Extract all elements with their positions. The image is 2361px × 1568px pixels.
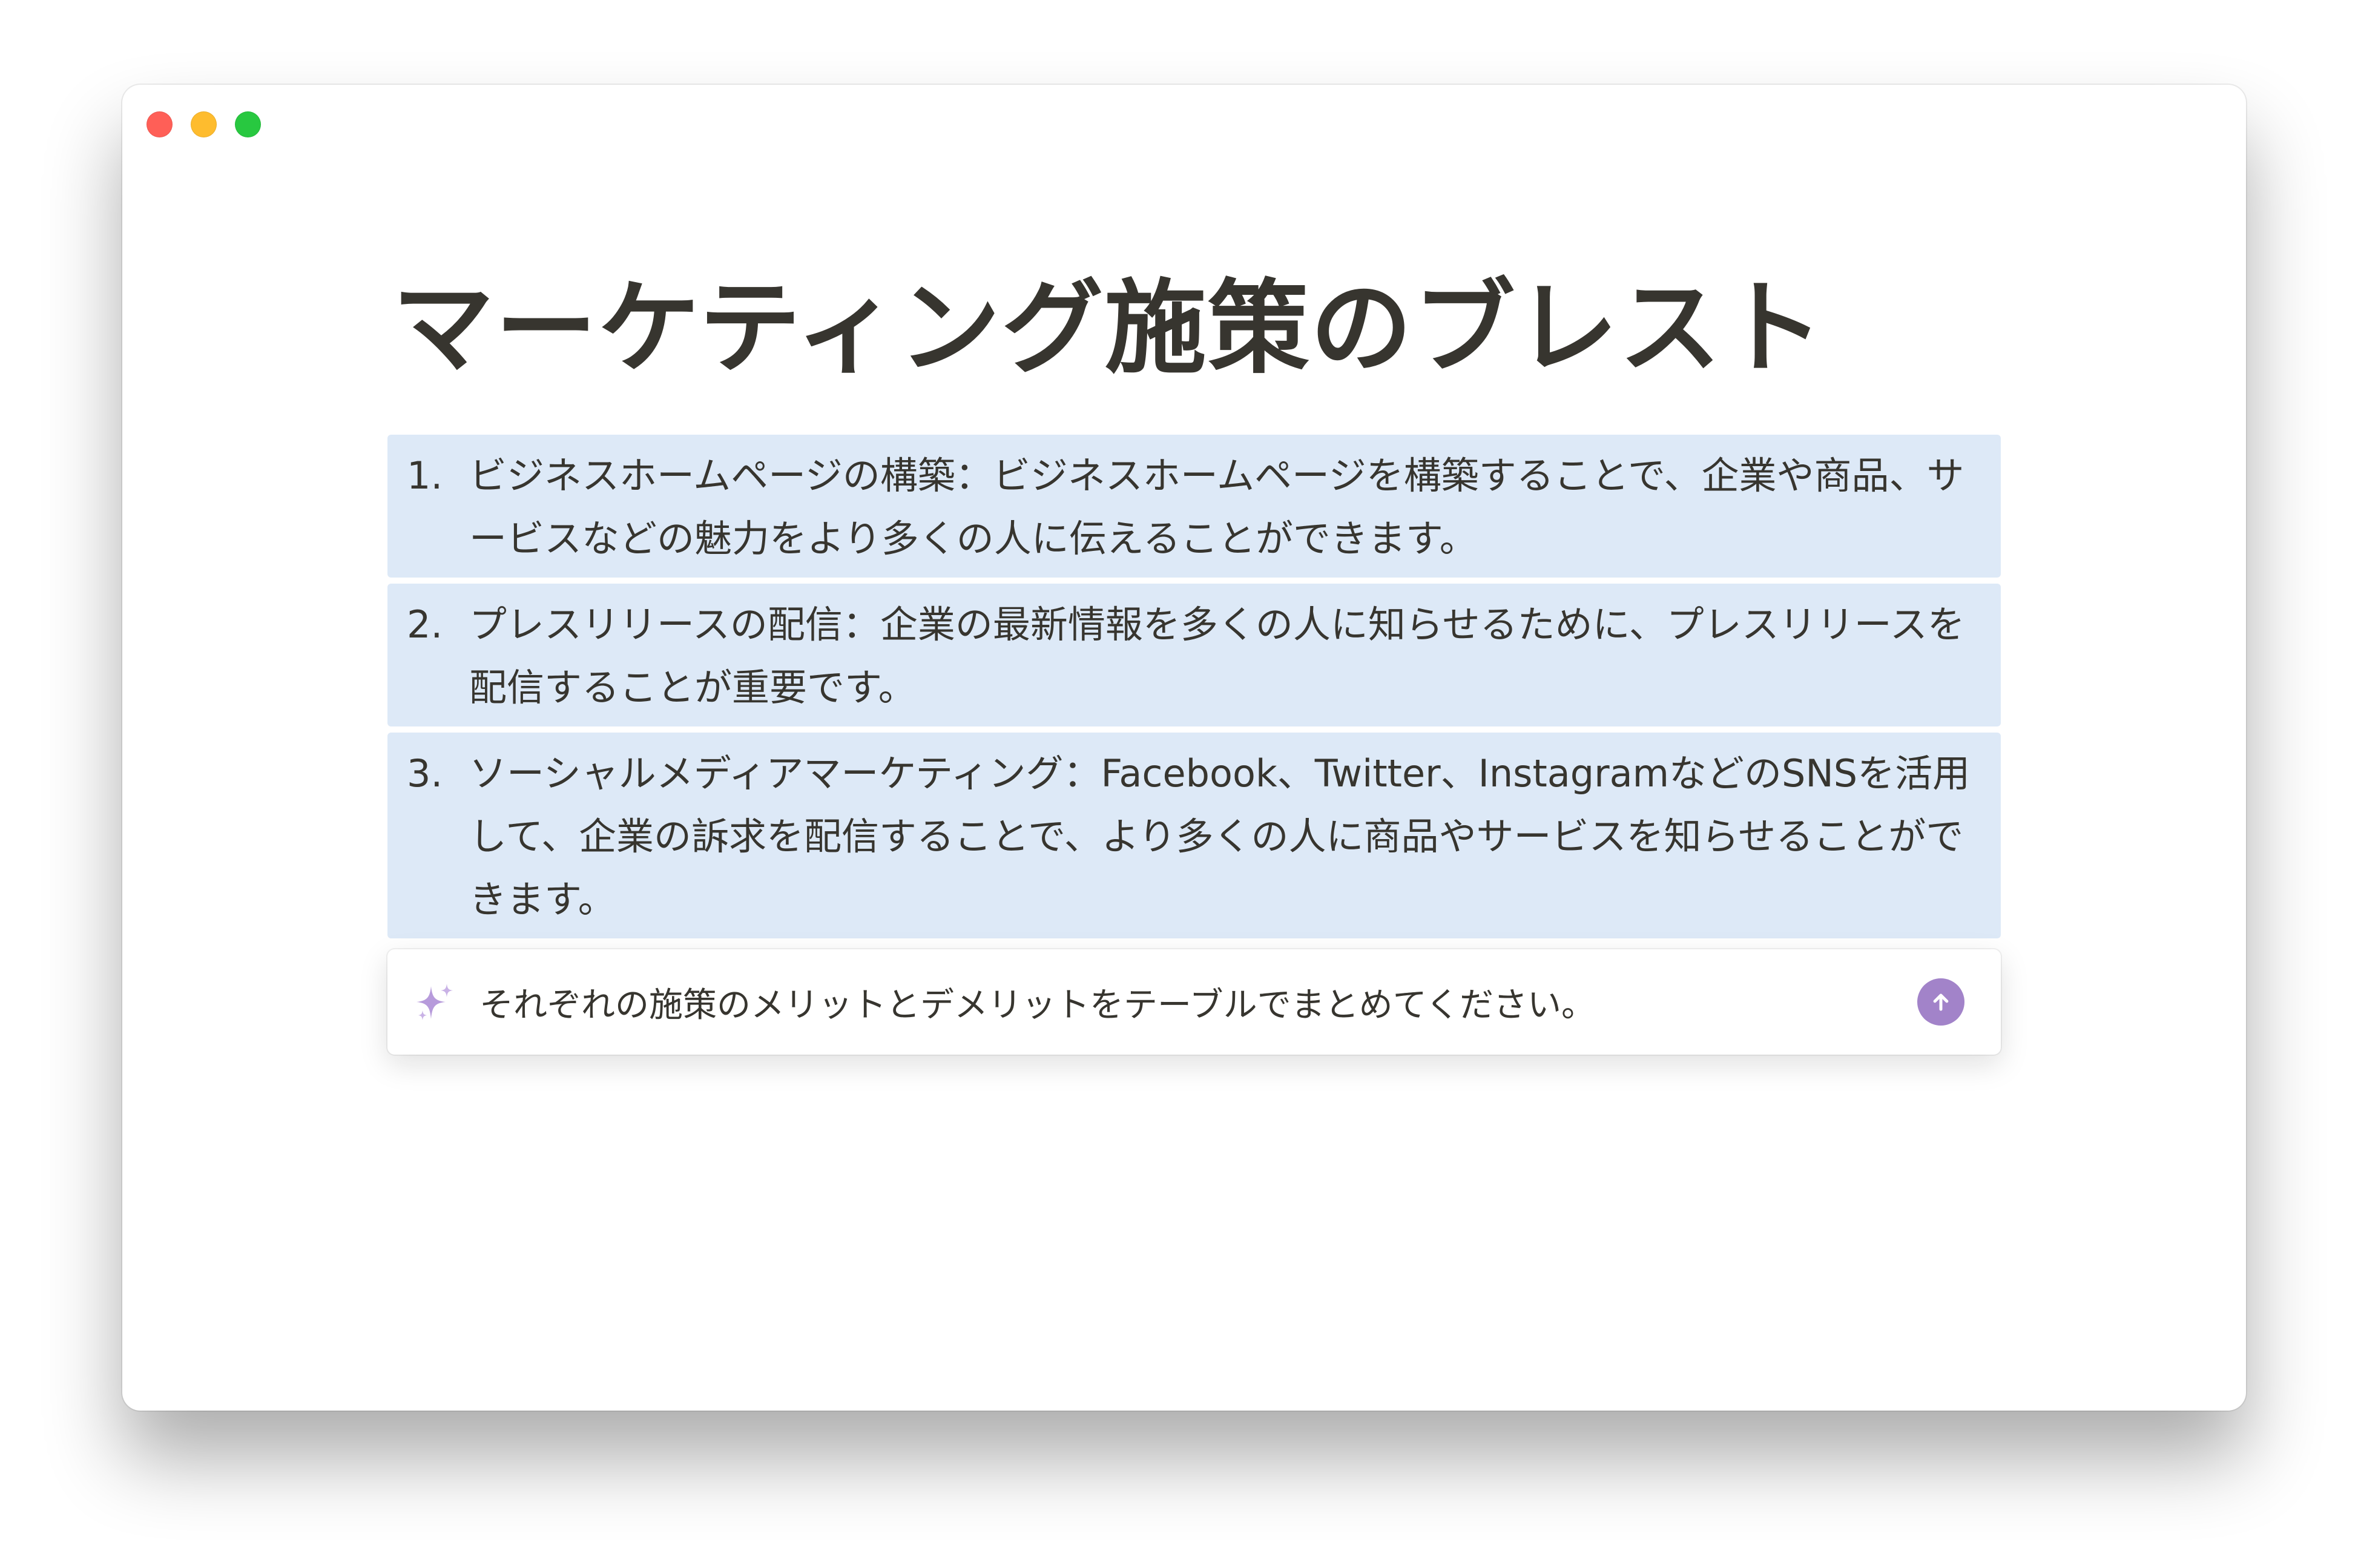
numbered-list: 1. ビジネスホームページの構築：ビジネスホームページを構築することで、企業や商… — [387, 435, 2001, 944]
send-button[interactable] — [1917, 978, 1964, 1026]
list-item-text[interactable]: ソーシャルメディアマーケティング：Facebook、Twitter、Instag… — [469, 742, 1979, 931]
list-item[interactable]: 1. ビジネスホームページの構築：ビジネスホームページを構築することで、企業や商… — [387, 435, 2001, 578]
minimize-window-button[interactable] — [191, 111, 217, 137]
list-item-number: 3. — [407, 751, 443, 796]
ai-prompt-input[interactable] — [479, 976, 1872, 1028]
list-item-number: 1. — [407, 453, 443, 498]
list-item[interactable]: 2. プレスリリースの配信：企業の最新情報を多くの人に知らせるために、プレスリリ… — [387, 584, 2001, 726]
list-item-text[interactable]: プレスリリースの配信：企業の最新情報を多くの人に知らせるために、プレスリリースを… — [469, 593, 1979, 719]
window-controls — [147, 111, 261, 137]
list-item[interactable]: 3. ソーシャルメディアマーケティング：Facebook、Twitter、Ins… — [387, 733, 2001, 938]
page-title[interactable]: マーケティング施策のブレスト — [392, 277, 1825, 379]
zoom-window-button[interactable] — [235, 111, 261, 137]
close-window-button[interactable] — [147, 111, 173, 137]
list-item-text[interactable]: ビジネスホームページの構築：ビジネスホームページを構築することで、企業や商品、サ… — [469, 444, 1979, 570]
ai-prompt-bar — [387, 949, 2001, 1055]
list-item-number: 2. — [407, 602, 443, 647]
app-window: マーケティング施策のブレスト 1. ビジネスホームページの構築：ビジネスホームペ… — [122, 85, 2246, 1411]
arrow-up-icon — [1933, 993, 1949, 1011]
sparkle-icon — [417, 984, 453, 1020]
